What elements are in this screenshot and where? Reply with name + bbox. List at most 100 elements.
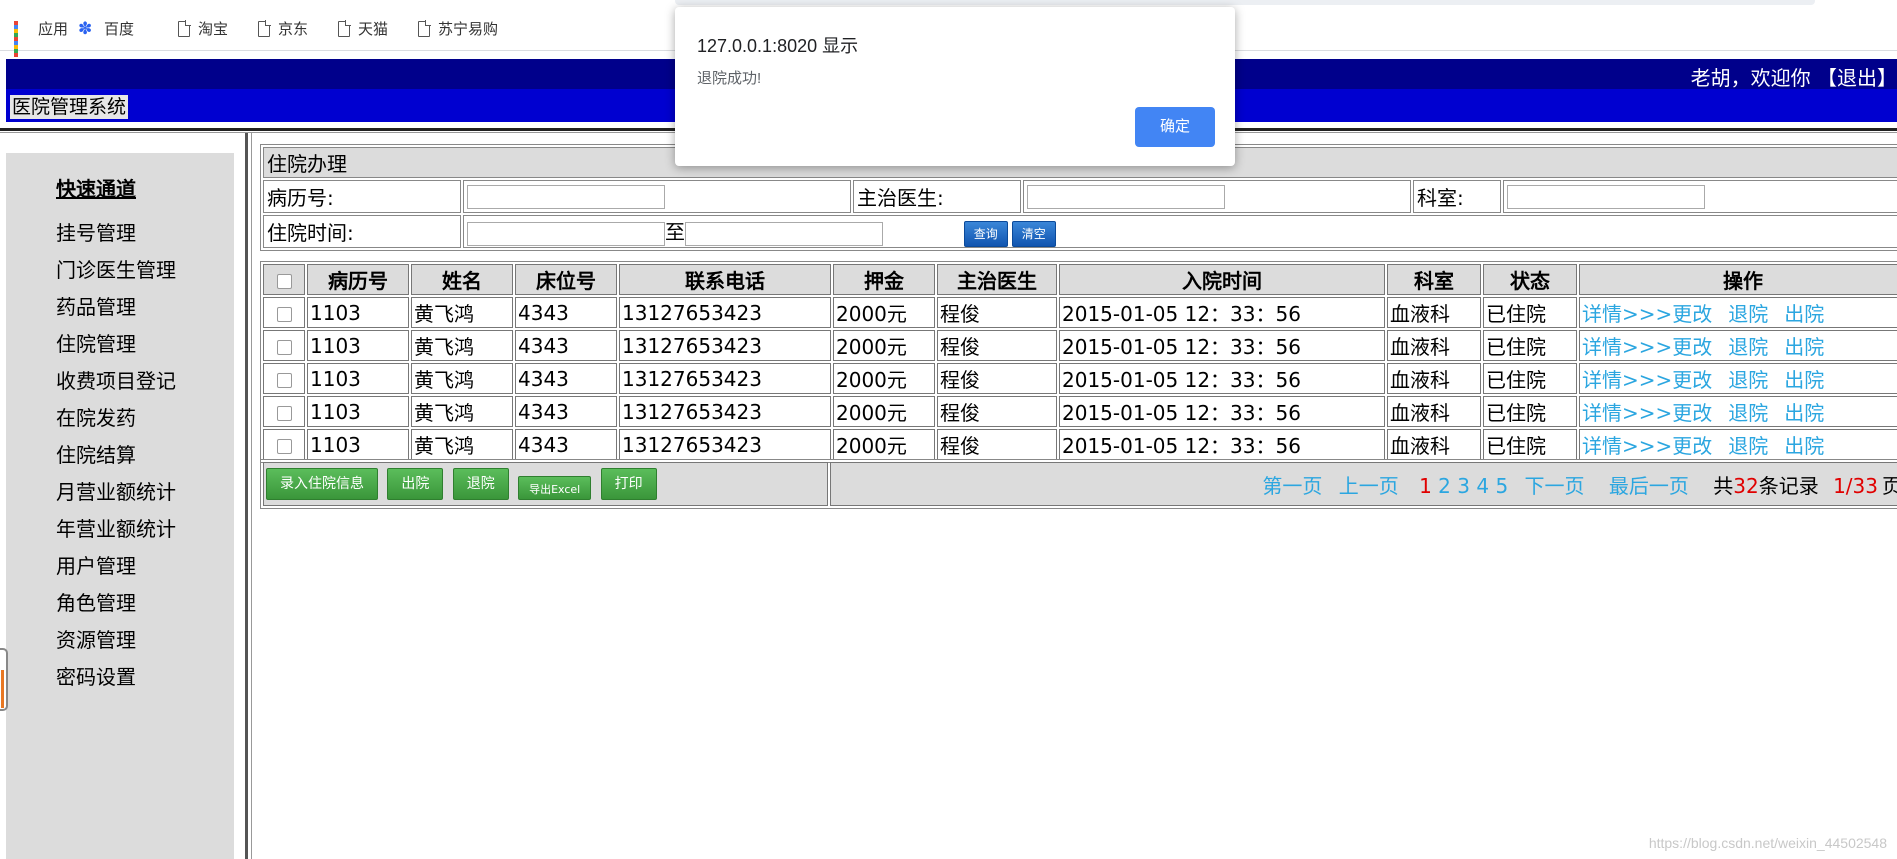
prev-page-link[interactable]: 上一页 bbox=[1339, 474, 1399, 498]
col-name: 姓名 bbox=[411, 264, 513, 295]
cell-status: 已住院 bbox=[1483, 396, 1577, 427]
cell-dept: 血液科 bbox=[1387, 429, 1481, 460]
bookmark-baidu[interactable]: ✽ 百度 bbox=[78, 18, 134, 39]
bookmark-suning[interactable]: 苏宁易购 bbox=[418, 18, 498, 39]
dept-cell bbox=[1503, 180, 1897, 213]
bookmark-label: 淘宝 bbox=[198, 20, 229, 38]
sidebar-item-inpatient[interactable]: 住院管理 bbox=[56, 331, 176, 368]
discharge-link[interactable]: 退院 bbox=[1728, 302, 1768, 326]
row-select-cell bbox=[263, 363, 305, 394]
dialog-message: 退院成功! bbox=[697, 70, 762, 87]
page-4-link[interactable]: 4 bbox=[1476, 474, 1489, 498]
sidebar-item-monthly-stats[interactable]: 月营业额统计 bbox=[56, 479, 176, 516]
cell-dept: 血液科 bbox=[1387, 297, 1481, 328]
leave-link[interactable]: 出院 bbox=[1784, 401, 1824, 425]
cell-record-no: 1103 bbox=[307, 297, 409, 328]
system-title: 医院管理系统 bbox=[10, 95, 129, 119]
bookmark-label: 京东 bbox=[278, 20, 309, 38]
leave-link[interactable]: 出院 bbox=[1784, 434, 1824, 458]
cell-actions: 详情>>>更改 退院 出院 bbox=[1579, 429, 1897, 460]
cell-doctor: 程俊 bbox=[937, 396, 1057, 427]
export-excel-button[interactable]: 导出Excel bbox=[518, 476, 592, 500]
side-scroll-handle[interactable] bbox=[0, 648, 8, 711]
cell-bed-no: 4343 bbox=[515, 330, 617, 361]
leave-link[interactable]: 出院 bbox=[1784, 335, 1824, 359]
row-select-cell bbox=[263, 429, 305, 460]
sidebar-item-password[interactable]: 密码设置 bbox=[56, 664, 176, 701]
discharge-link[interactable]: 退院 bbox=[1728, 368, 1768, 392]
dept-input[interactable] bbox=[1507, 185, 1705, 210]
sidebar-item-fee-items[interactable]: 收费项目登记 bbox=[56, 368, 176, 405]
sidebar-item-medicine[interactable]: 药品管理 bbox=[56, 294, 176, 331]
page-3-link[interactable]: 3 bbox=[1457, 474, 1470, 498]
welcome-logout[interactable]: 老胡，欢迎你 【退出】 bbox=[1691, 62, 1897, 91]
page-2-link[interactable]: 2 bbox=[1438, 474, 1451, 498]
sidebar-item-outpatient-doctor[interactable]: 门诊医生管理 bbox=[56, 257, 176, 294]
sidebar-item-dispense[interactable]: 在院发药 bbox=[56, 405, 176, 442]
leave-link[interactable]: 出院 bbox=[1784, 302, 1824, 326]
discharge-button[interactable]: 退院 bbox=[452, 468, 509, 500]
row-checkbox[interactable] bbox=[276, 405, 292, 421]
select-all-checkbox[interactable] bbox=[276, 273, 292, 289]
cell-doctor: 程俊 bbox=[937, 330, 1057, 361]
next-page-link[interactable]: 下一页 bbox=[1525, 474, 1585, 498]
cell-status: 已住院 bbox=[1483, 429, 1577, 460]
cell-bed-no: 4343 bbox=[515, 363, 617, 394]
detail-edit-link[interactable]: 详情>>>更改 bbox=[1582, 302, 1712, 326]
detail-edit-link[interactable]: 详情>>>更改 bbox=[1582, 401, 1712, 425]
leave-button[interactable]: 出院 bbox=[387, 468, 444, 500]
query-button[interactable]: 查询 bbox=[963, 220, 1008, 247]
cell-actions: 详情>>>更改 退院 出院 bbox=[1579, 396, 1897, 427]
page-1-link[interactable]: 1 bbox=[1419, 474, 1432, 498]
bookmark-label: 苏宁易购 bbox=[438, 20, 499, 38]
add-inpatient-button[interactable]: 录入住院信息 bbox=[266, 468, 378, 500]
col-bed-no: 床位号 bbox=[515, 264, 617, 295]
sidebar-divider bbox=[245, 133, 248, 859]
row-select-cell bbox=[263, 330, 305, 361]
col-dept: 科室 bbox=[1387, 264, 1481, 295]
end-time-input[interactable] bbox=[685, 221, 883, 246]
print-button[interactable]: 打印 bbox=[600, 468, 657, 500]
sidebar: 快速通道 挂号管理 门诊医生管理 药品管理 住院管理 收费项目登记 在院发药 住… bbox=[6, 153, 234, 859]
detail-edit-link[interactable]: 详情>>>更改 bbox=[1582, 335, 1712, 359]
first-page-link[interactable]: 第一页 bbox=[1262, 474, 1322, 498]
sidebar-item-yearly-stats[interactable]: 年营业额统计 bbox=[56, 516, 176, 553]
last-page-link[interactable]: 最后一页 bbox=[1609, 474, 1689, 498]
bookmark-jd[interactable]: 京东 bbox=[258, 18, 308, 39]
row-checkbox[interactable] bbox=[276, 306, 292, 322]
cell-phone: 13127653423 bbox=[619, 363, 831, 394]
detail-edit-link[interactable]: 详情>>>更改 bbox=[1582, 368, 1712, 392]
sidebar-item-resources[interactable]: 资源管理 bbox=[56, 627, 176, 664]
sidebar-item-users[interactable]: 用户管理 bbox=[56, 553, 176, 590]
leave-link[interactable]: 出院 bbox=[1784, 368, 1824, 392]
record-no-input[interactable] bbox=[467, 185, 665, 210]
sidebar-item-roles[interactable]: 角色管理 bbox=[56, 590, 176, 627]
cell-deposit: 2000元 bbox=[833, 330, 935, 361]
row-checkbox[interactable] bbox=[276, 438, 292, 454]
cell-name: 黄飞鸿 bbox=[411, 396, 513, 427]
cell-status: 已住院 bbox=[1483, 330, 1577, 361]
start-time-input[interactable] bbox=[467, 221, 665, 246]
cell-doctor: 程俊 bbox=[937, 429, 1057, 460]
sidebar-item-settlement[interactable]: 住院结算 bbox=[56, 442, 176, 479]
cell-dept: 血液科 bbox=[1387, 363, 1481, 394]
record-no-cell bbox=[463, 180, 851, 213]
total-suffix: 条记录 bbox=[1758, 473, 1819, 498]
discharge-link[interactable]: 退院 bbox=[1728, 335, 1768, 359]
clear-button[interactable]: 清空 bbox=[1011, 220, 1056, 247]
discharge-link[interactable]: 退院 bbox=[1728, 434, 1768, 458]
row-checkbox[interactable] bbox=[276, 372, 292, 388]
sidebar-item-registration[interactable]: 挂号管理 bbox=[56, 220, 176, 257]
bookmark-tmall[interactable]: 天猫 bbox=[338, 18, 388, 39]
watermark: https://blog.csdn.net/weixin_44502548 bbox=[1648, 835, 1887, 851]
row-checkbox[interactable] bbox=[276, 339, 292, 355]
bookmark-taobao[interactable]: 淘宝 bbox=[178, 18, 228, 39]
cell-phone: 13127653423 bbox=[619, 297, 831, 328]
bookmark-apps[interactable]: 应用 bbox=[14, 18, 68, 57]
dialog-ok-button[interactable]: 确定 bbox=[1135, 107, 1215, 147]
discharge-link[interactable]: 退院 bbox=[1728, 401, 1768, 425]
doctor-input[interactable] bbox=[1027, 185, 1225, 210]
page-5-link[interactable]: 5 bbox=[1495, 474, 1508, 498]
detail-edit-link[interactable]: 详情>>>更改 bbox=[1582, 434, 1712, 458]
cell-phone: 13127653423 bbox=[619, 429, 831, 460]
